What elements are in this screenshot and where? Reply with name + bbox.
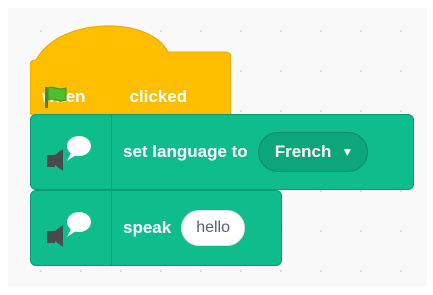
- set-language-block[interactable]: set language to French ▼: [30, 114, 414, 190]
- speak-label: speak: [123, 218, 172, 237]
- when-flag-clicked-block[interactable]: when clicked: [30, 22, 231, 116]
- green-flag-icon: [45, 84, 121, 110]
- speak-text-input[interactable]: hello: [181, 210, 246, 246]
- text-to-speech-extension-icon: [31, 191, 112, 265]
- dropdown-caret-icon: ▼: [341, 145, 354, 159]
- hat-clicked-label: clicked: [129, 87, 188, 106]
- set-language-label: set language to: [123, 142, 248, 161]
- language-dropdown[interactable]: French ▼: [257, 132, 369, 172]
- speaker-bubble-icon: [47, 136, 91, 171]
- text-to-speech-extension-icon: [31, 115, 112, 189]
- speak-block[interactable]: speak hello: [30, 190, 282, 266]
- language-dropdown-value: French: [274, 142, 332, 161]
- speaker-bubble-icon: [47, 212, 91, 247]
